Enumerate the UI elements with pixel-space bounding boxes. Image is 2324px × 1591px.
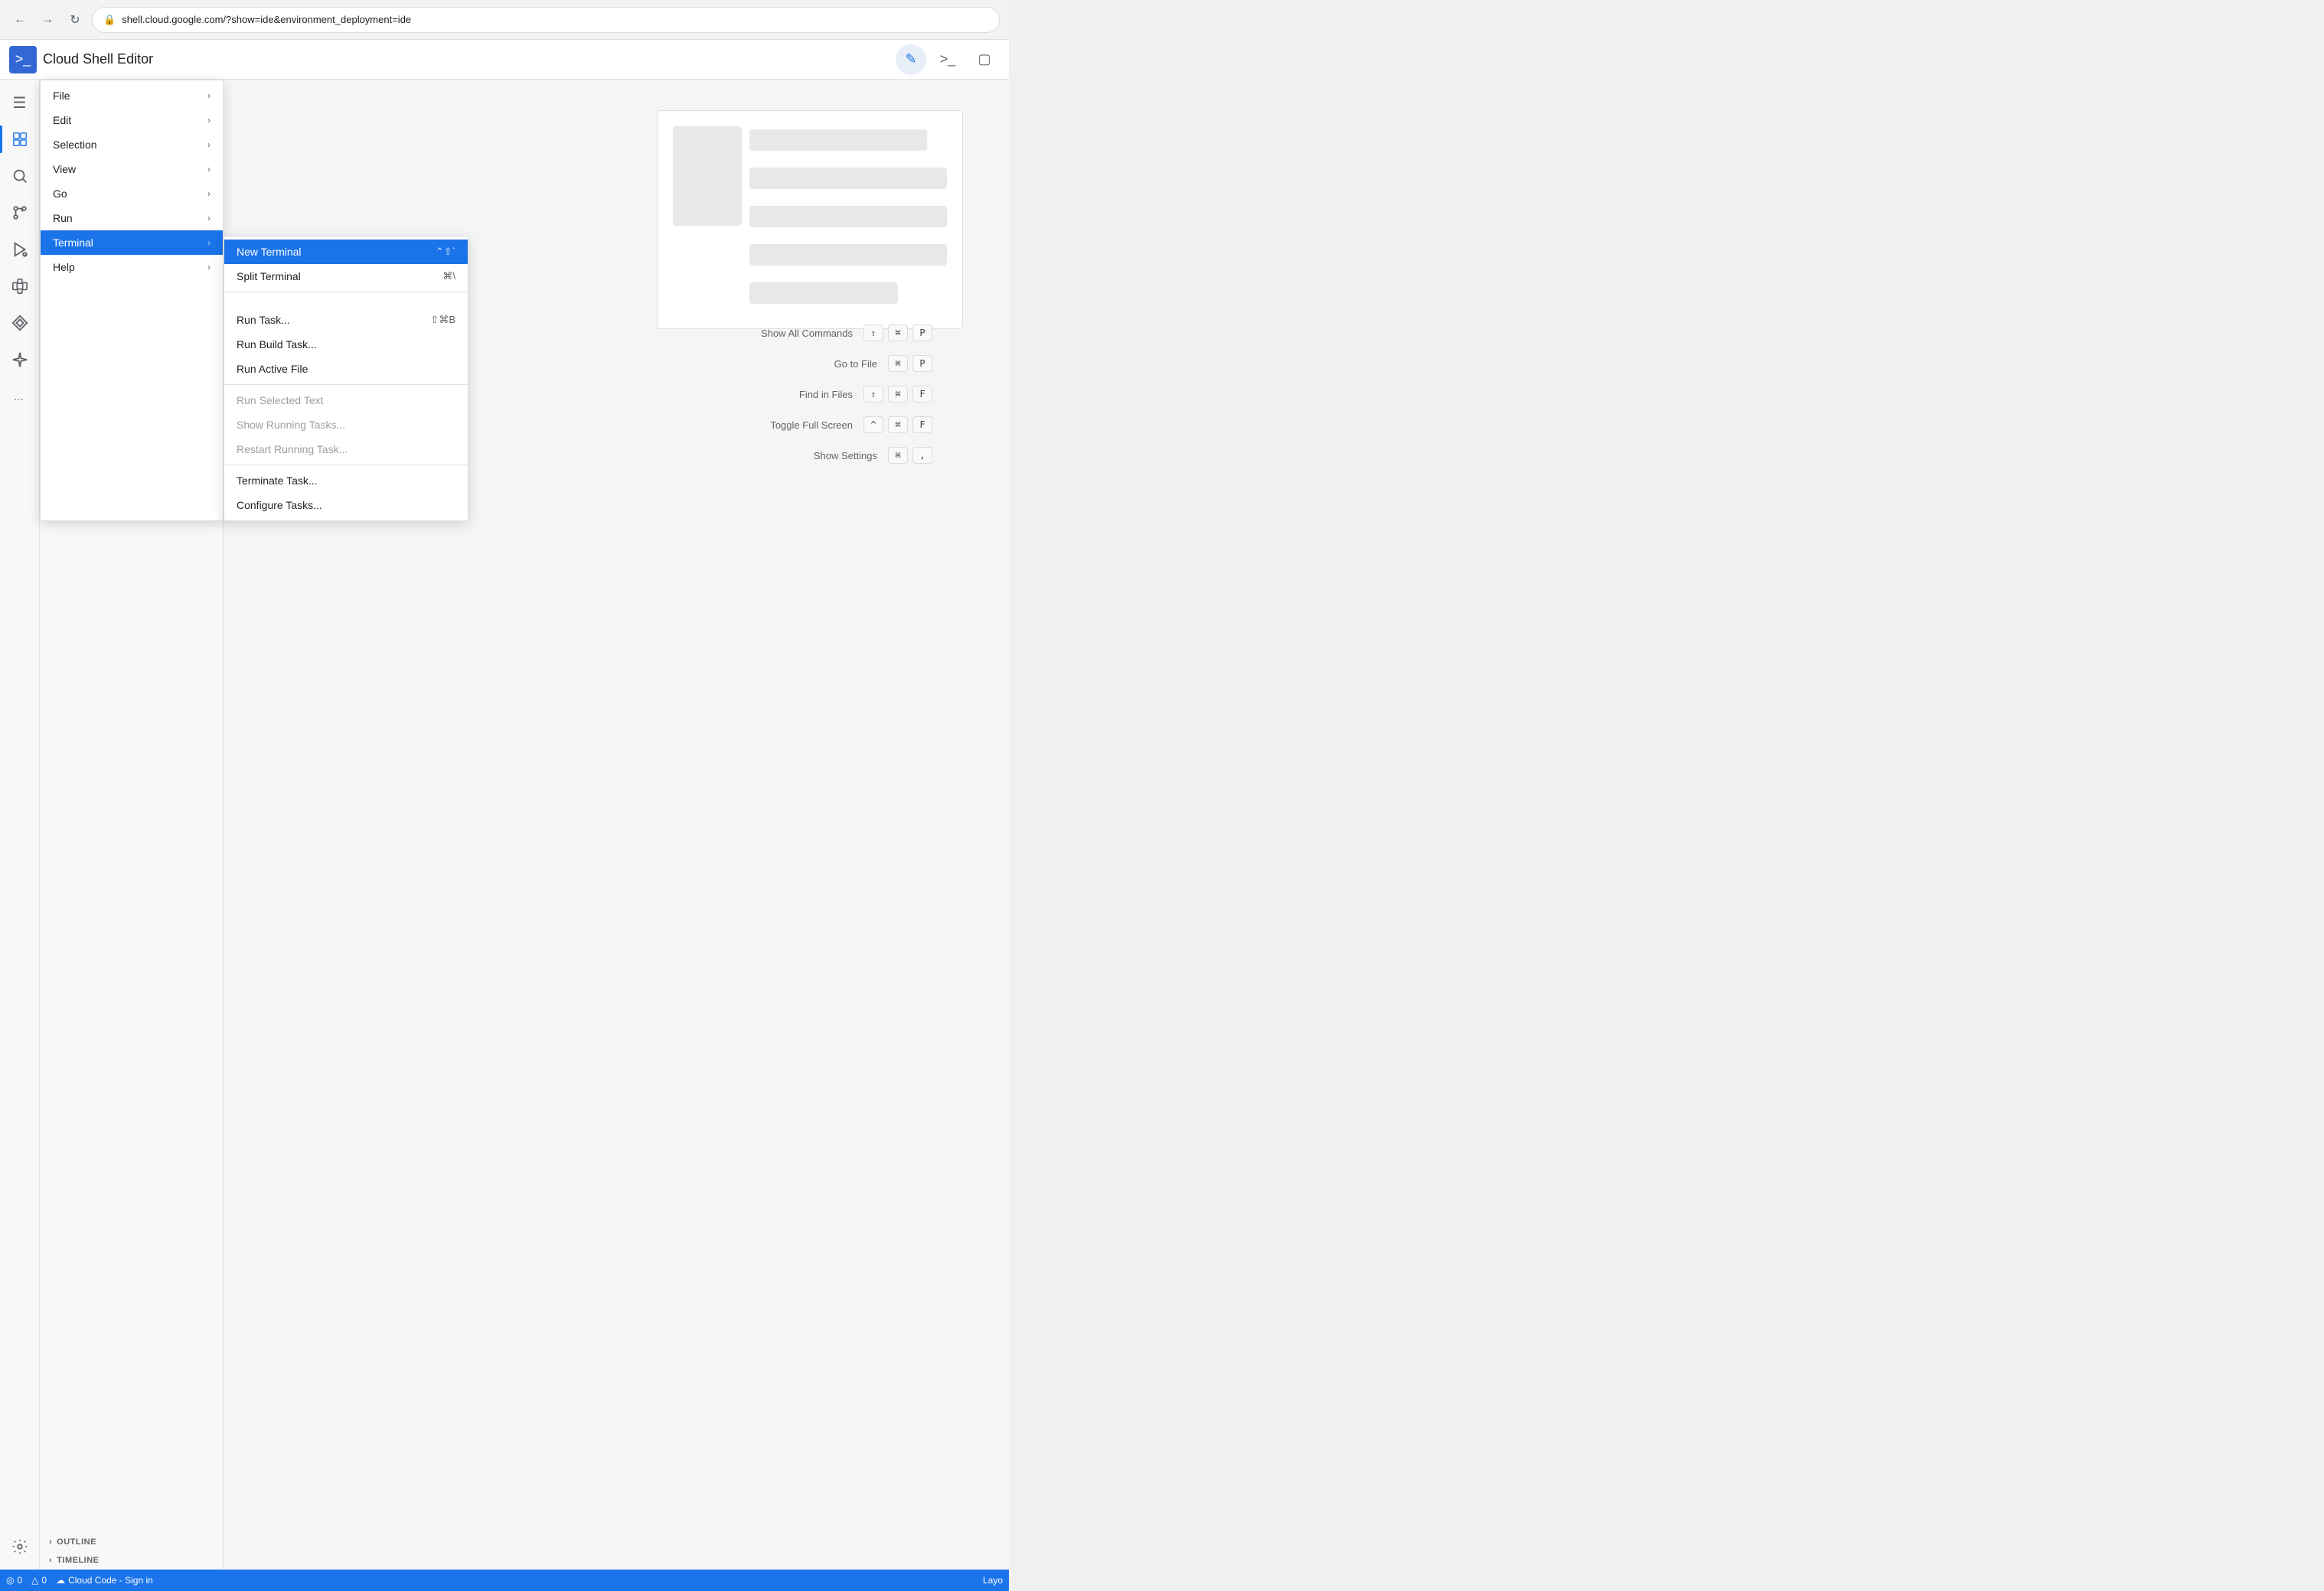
submenu-item-configure-tasks[interactable]: Terminate Task... bbox=[224, 468, 468, 493]
shortcut-label: Show Settings bbox=[814, 450, 877, 461]
refresh-button[interactable]: ↻ bbox=[64, 9, 86, 31]
menu-item-terminal[interactable]: Terminal › bbox=[41, 230, 223, 255]
kbd-cmd3: ⌘ bbox=[888, 386, 908, 403]
browser-chrome: ← → ↻ 🔒 shell.cloud.google.com/?show=ide… bbox=[0, 0, 1009, 40]
outline-section[interactable]: › OUTLINE bbox=[40, 1533, 223, 1551]
submenu-item-run-selected-text[interactable]: Run Active File bbox=[224, 357, 468, 381]
terminal-submenu: New Terminal ⌃⇧` Split Terminal ⌘\ Run T… bbox=[224, 236, 468, 521]
kbd-cmd2: ⌘ bbox=[888, 355, 908, 372]
shortcut-row-go-to-file: Go to File ⌘ P bbox=[761, 355, 932, 372]
status-warnings[interactable]: △ 0 bbox=[31, 1575, 47, 1586]
kbd-f2: F bbox=[912, 416, 932, 433]
app-title: Cloud Shell Editor bbox=[43, 51, 153, 67]
sidebar-item-search[interactable] bbox=[3, 159, 37, 193]
chevron-right-icon: › bbox=[207, 262, 211, 272]
kbd-cmd: ⌘ bbox=[888, 324, 908, 341]
status-errors[interactable]: ◎ 0 bbox=[6, 1575, 22, 1586]
chevron-right-icon: › bbox=[207, 164, 211, 174]
app-header: >_ Cloud Shell Editor ✎ >_ ▢ bbox=[0, 40, 1009, 80]
shortcut-split-terminal: ⌘\ bbox=[442, 270, 455, 282]
kbd-comma: , bbox=[912, 447, 932, 464]
menu-overlay: File › Edit › Selection › View › Go › Ru… bbox=[40, 80, 468, 521]
shortcut-label: Toggle Full Screen bbox=[770, 419, 853, 431]
sidebar-item-run-debug[interactable] bbox=[3, 233, 37, 266]
submenu-item-run-task[interactable] bbox=[224, 295, 468, 308]
outline-chevron: › bbox=[49, 1537, 52, 1547]
kbd-cmd5: ⌘ bbox=[888, 447, 908, 464]
menu-item-run[interactable]: Run › bbox=[41, 206, 223, 230]
chevron-right-icon: › bbox=[207, 213, 211, 223]
shortcut-row-all-commands: Show All Commands ⇧ ⌘ P bbox=[761, 324, 932, 341]
back-button[interactable]: ← bbox=[9, 9, 31, 31]
primary-menu: File › Edit › Selection › View › Go › Ru… bbox=[40, 80, 224, 521]
shortcut-new-terminal: ⌃⇧` bbox=[436, 246, 455, 258]
chevron-right-icon: › bbox=[207, 237, 211, 248]
submenu-item-configure-default-build-task[interactable]: Configure Tasks... bbox=[224, 493, 468, 517]
sidebar-item-sparkle[interactable] bbox=[3, 343, 37, 377]
menu-item-edit[interactable]: Edit › bbox=[41, 108, 223, 132]
activity-bar: ☰ bbox=[0, 80, 40, 1570]
shortcut-label: Find in Files bbox=[799, 389, 853, 400]
submenu-item-show-running-tasks: Run Selected Text bbox=[224, 388, 468, 412]
kbd-shift: ⇧ bbox=[863, 324, 883, 341]
hamburger-menu-button[interactable]: ☰ bbox=[3, 86, 37, 119]
submenu-item-restart-running-task: Show Running Tasks... bbox=[224, 412, 468, 437]
status-bar: ◎ 0 △ 0 ☁ Cloud Code - Sign in Layo bbox=[0, 1570, 1009, 1591]
status-cloud-code[interactable]: ☁ Cloud Code - Sign in bbox=[56, 1575, 153, 1586]
sidebar-item-extensions[interactable] bbox=[3, 269, 37, 303]
sidebar-item-settings[interactable] bbox=[3, 1530, 37, 1563]
edit-icon-button[interactable]: ✎ bbox=[896, 44, 926, 75]
shortcut-label: Go to File bbox=[834, 358, 877, 370]
shortcuts-panel: Show All Commands ⇧ ⌘ P Go to File ⌘ P F… bbox=[761, 324, 932, 478]
app-logo: >_ bbox=[9, 46, 37, 73]
warning-icon: △ bbox=[31, 1575, 38, 1586]
submenu-item-run-active-file[interactable]: Run Build Task... bbox=[224, 332, 468, 357]
timeline-section[interactable]: › TIMELINE bbox=[40, 1551, 223, 1570]
chevron-right-icon: › bbox=[207, 139, 211, 150]
timeline-chevron: › bbox=[49, 1556, 52, 1565]
menu-item-file[interactable]: File › bbox=[41, 83, 223, 108]
sidebar-item-explorer[interactable] bbox=[3, 122, 37, 156]
kbd-ctrl: ^ bbox=[863, 416, 883, 433]
status-layout: Layo bbox=[983, 1575, 1003, 1586]
welcome-panel bbox=[657, 110, 963, 329]
error-icon: ◎ bbox=[6, 1575, 14, 1586]
address-bar[interactable]: 🔒 shell.cloud.google.com/?show=ide&envir… bbox=[92, 7, 1000, 33]
menu-item-go[interactable]: Go › bbox=[41, 181, 223, 206]
kbd-p: P bbox=[912, 324, 932, 341]
shortcut-label: Show All Commands bbox=[761, 328, 853, 339]
submenu-item-run-build-task[interactable]: Run Task... ⇧⌘B bbox=[224, 308, 468, 332]
sidebar-item-source-control[interactable] bbox=[3, 196, 37, 230]
shortcut-row-find-in-files: Find in Files ⇧ ⌘ F bbox=[761, 386, 932, 403]
kbd-cmd4: ⌘ bbox=[888, 416, 908, 433]
lock-icon: 🔒 bbox=[103, 14, 116, 26]
menu-item-selection[interactable]: Selection › bbox=[41, 132, 223, 157]
sidebar-item-more[interactable]: … bbox=[3, 380, 37, 413]
submenu-item-split-terminal[interactable]: Split Terminal ⌘\ bbox=[224, 264, 468, 289]
menu-item-help[interactable]: Help › bbox=[41, 255, 223, 279]
submenu-item-new-terminal[interactable]: New Terminal ⌃⇧` bbox=[224, 240, 468, 264]
shortcut-row-show-settings: Show Settings ⌘ , bbox=[761, 447, 932, 464]
sidebar-item-diamond[interactable] bbox=[3, 306, 37, 340]
menu-item-view[interactable]: View › bbox=[41, 157, 223, 181]
kbd-p2: P bbox=[912, 355, 932, 372]
shortcut-row-full-screen: Toggle Full Screen ^ ⌘ F bbox=[761, 416, 932, 433]
cloud-icon: ☁ bbox=[56, 1575, 65, 1586]
submenu-item-terminate-task: Restart Running Task... bbox=[224, 437, 468, 461]
chevron-right-icon: › bbox=[207, 188, 211, 199]
camera-icon-button[interactable]: ▢ bbox=[969, 44, 1000, 75]
separator2 bbox=[224, 384, 468, 385]
url-text: shell.cloud.google.com/?show=ide&environ… bbox=[122, 14, 411, 25]
chevron-right-icon: › bbox=[207, 115, 211, 126]
forward-button[interactable]: → bbox=[37, 9, 58, 31]
kbd-shift3: ⇧ bbox=[863, 386, 883, 403]
shortcut-run-build: ⇧⌘B bbox=[430, 314, 455, 326]
chevron-right-icon: › bbox=[207, 90, 211, 101]
kbd-f: F bbox=[912, 386, 932, 403]
terminal-icon-button[interactable]: >_ bbox=[932, 44, 963, 75]
